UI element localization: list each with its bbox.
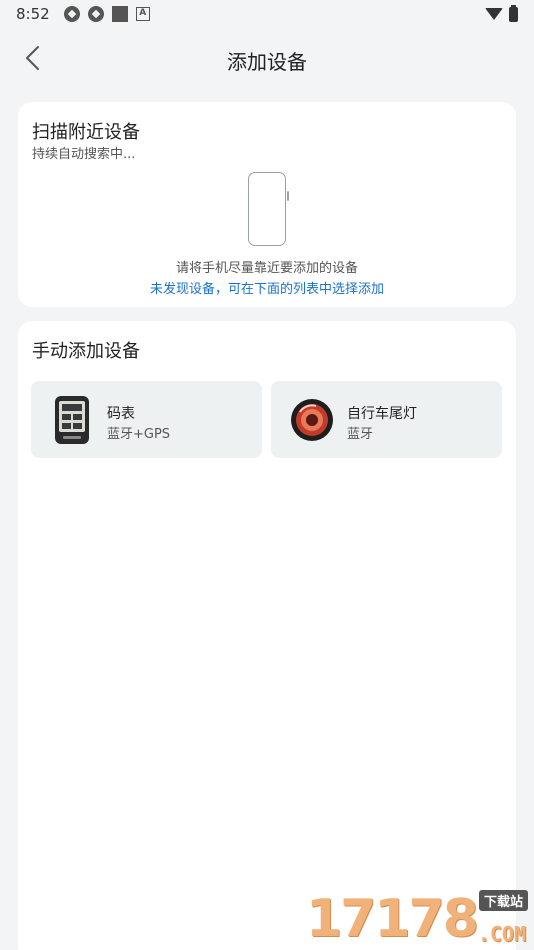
device-type: 蓝牙 — [347, 427, 374, 442]
device-tile-bike-computer[interactable]: 码表 蓝牙+GPS — [31, 381, 262, 458]
device-name: 自行车尾灯 — [347, 406, 417, 422]
app-notification-icon — [87, 6, 104, 22]
tail-light-icon — [289, 395, 335, 445]
square-notification-icon — [111, 6, 128, 22]
device-type: 蓝牙+GPS — [107, 427, 171, 442]
app-notification-icon — [63, 6, 80, 22]
a-notification-icon: A — [135, 7, 150, 21]
status-right — [485, 4, 518, 22]
wifi-icon — [485, 8, 503, 20]
manual-title: 手动添加设备 — [32, 341, 140, 362]
scan-title: 扫描附近设备 — [32, 122, 140, 143]
manual-add-card: 手动添加设备 码表 蓝牙+GPS 自行车尾灯 蓝牙 — [18, 321, 516, 950]
watermark-digits: 17178 — [306, 889, 479, 949]
scan-status: 持续自动搜索中... — [32, 147, 136, 162]
battery-icon — [509, 4, 518, 22]
status-time: 8:52 — [16, 5, 50, 23]
watermark-tag: 下载站 — [478, 890, 528, 911]
scan-card: 扫描附近设备 持续自动搜索中... 请将手机尽量靠近要添加的设备 未发现设备，可… — [18, 102, 516, 307]
scan-hint: 请将手机尽量靠近要添加的设备 — [175, 261, 358, 276]
site-watermark: 17178 下载站 .COM — [306, 890, 528, 948]
manual-select-link[interactable]: 未发现设备，可在下面的列表中选择添加 — [18, 278, 516, 297]
header: 添加设备 — [0, 36, 534, 80]
watermark-suffix: .COM — [477, 922, 526, 946]
phone-icon — [248, 172, 289, 246]
page-title: 添加设备 — [227, 50, 307, 74]
device-tile-tail-light[interactable]: 自行车尾灯 蓝牙 — [271, 381, 502, 458]
device-name: 码表 — [107, 406, 135, 422]
status-bar: 8:52 A — [0, 0, 534, 28]
bike-computer-icon — [49, 395, 95, 445]
notification-icons: A — [63, 6, 150, 22]
